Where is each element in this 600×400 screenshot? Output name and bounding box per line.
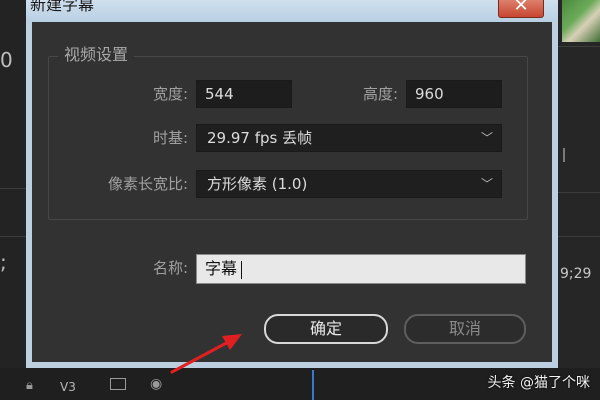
divider [0,188,26,189]
chevron-down-icon: ﹀ [480,131,493,145]
divider [558,192,600,193]
track-label: V3 [60,380,76,394]
chevron-down-icon: ﹀ [480,177,493,191]
close-icon: ✕ [513,0,529,16]
video-settings-legend: 视频设置 [58,44,135,66]
name-input[interactable]: 字幕 [196,254,526,284]
divider [558,46,600,47]
divider [558,236,600,237]
video-thumbnail [562,0,600,42]
cancel-button[interactable]: 取消 [404,314,526,344]
background-glyph: ; [0,250,7,274]
name-label: 名称: [152,259,188,277]
dialog-title: 新建字幕 [30,0,95,14]
timeline-tick [563,148,565,162]
eye-icon[interactable]: ◉ [150,376,162,392]
lock-icon[interactable]: 🔒︎ [26,378,33,393]
name-value: 字幕 [205,259,238,278]
background-left-panel: 0 ; [0,0,26,400]
height-field[interactable]: 960 [406,80,502,108]
width-field[interactable]: 544 [196,80,292,108]
width-label: 宽度: [152,85,188,103]
background-glyph: 0 [0,48,13,72]
pixel-aspect-label: 像素长宽比: [107,175,188,193]
pixel-aspect-value: 方形像素 (1.0) [207,175,308,193]
timebase-select[interactable]: 29.97 fps 丢帧 ﹀ [196,124,502,152]
height-label: 高度: [362,85,398,103]
dialog-titlebar[interactable]: 新建字幕 ✕ [26,0,558,22]
timebase-label: 时基: [152,129,188,147]
watermark: 头条 @猫了个咪 [487,375,590,391]
timebase-value: 29.97 fps 丢帧 [207,129,313,147]
divider [0,236,26,237]
ok-button[interactable]: 确定 [264,314,388,344]
playhead[interactable] [312,370,314,400]
background-right-panel [558,0,600,400]
timecode-display: 9;29 [560,266,592,282]
film-icon[interactable] [110,378,126,390]
text-caret [241,260,243,279]
close-button[interactable]: ✕ [498,0,544,18]
pixel-aspect-select[interactable]: 方形像素 (1.0) ﹀ [196,170,502,198]
